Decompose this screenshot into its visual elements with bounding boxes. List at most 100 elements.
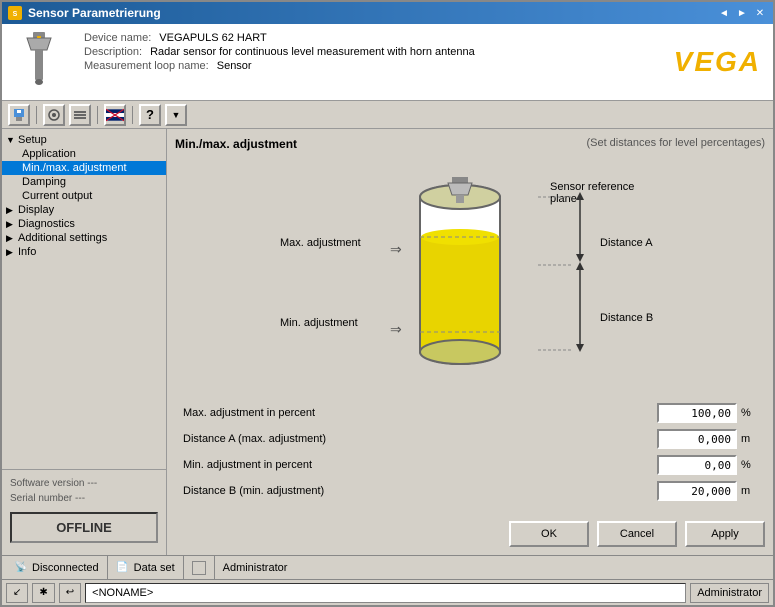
toolbar-lang-btn[interactable] [104, 104, 126, 126]
main-content: ▼ Setup Application Min./max. adjustment… [2, 129, 773, 555]
sidebar-item-setup-label: Setup [18, 134, 47, 146]
sidebar-item-diagnostics[interactable]: ▶ Diagnostics [2, 217, 166, 231]
field-input-1[interactable] [657, 429, 737, 449]
max-adjustment-label: Max. adjustment [280, 237, 361, 249]
right-panel: Min./max. adjustment (Set distances for … [167, 129, 773, 555]
dataset-icon: 📄 [116, 561, 130, 575]
sidebar-item-display[interactable]: ▶ Display [2, 203, 166, 217]
panel-title: Min./max. adjustment [175, 137, 297, 151]
sidebar-item-min-max-label: Min./max. adjustment [22, 162, 127, 174]
min-adjustment-label: Min. adjustment [280, 317, 358, 329]
diagram-container: Max. adjustment Min. adjustment ⇒ ⇒ [280, 167, 660, 387]
min-arrow: ⇒ [390, 321, 402, 338]
distance-arrows-svg [570, 192, 590, 362]
offline-indicator: OFFLINE [10, 512, 158, 543]
field-input-2[interactable] [657, 455, 737, 475]
field-input-0[interactable] [657, 403, 737, 423]
sidebar: ▼ Setup Application Min./max. adjustment… [2, 129, 167, 555]
prev-btn[interactable]: ◄ [717, 6, 731, 20]
taskbar-name: <NONAME> [85, 583, 686, 603]
sidebar-item-diagnostics-label: Diagnostics [18, 218, 75, 230]
field-input-group-1: m [657, 429, 757, 449]
description-value: Radar sensor for continuous level measur… [150, 46, 475, 58]
expand-icon-info: ▶ [6, 247, 16, 258]
vega-logo: VEGA [674, 46, 761, 78]
svg-text:S: S [13, 11, 18, 18]
sidebar-item-additional[interactable]: ▶ Additional settings [2, 231, 166, 245]
sep1 [36, 106, 37, 124]
field-label-2: Min. adjustment in percent [183, 459, 657, 471]
admin-text: Administrator [223, 562, 288, 574]
button-row: OK Cancel Apply [175, 515, 765, 547]
device-info: Device name: VEGAPULS 62 HART Descriptio… [84, 32, 475, 92]
disconnected-icon: 📡 [14, 561, 28, 575]
sidebar-item-application-label: Application [22, 148, 76, 160]
status-disconnected: 📡 Disconnected [6, 556, 108, 579]
field-unit-0: % [741, 407, 757, 419]
status-box-icon [192, 561, 206, 575]
loop-name-label: Measurement loop name: [84, 60, 209, 72]
sidebar-item-damping[interactable]: Damping [2, 175, 166, 189]
loop-name-row: Measurement loop name: Sensor [84, 60, 475, 72]
header-left: Device name: VEGAPULS 62 HART Descriptio… [14, 32, 475, 92]
main-window: S Sensor Parametrierung ◄ ► ✕ [0, 0, 775, 607]
sidebar-item-additional-label: Additional settings [18, 232, 107, 244]
taskbar-admin: Administrator [690, 583, 769, 603]
taskbar-btn2[interactable]: ✱ [32, 583, 54, 603]
field-label-0: Max. adjustment in percent [183, 407, 657, 419]
panel-subtitle: (Set distances for level percentages) [586, 137, 765, 151]
next-btn[interactable]: ► [735, 6, 749, 20]
toolbar: ? ▼ [2, 101, 773, 129]
field-row-3: Distance B (min. adjustment) m [183, 481, 757, 501]
toolbar-dropdown-btn[interactable]: ▼ [165, 104, 187, 126]
device-icon [14, 32, 64, 92]
field-row-1: Distance A (max. adjustment) m [183, 429, 757, 449]
sidebar-tree: ▼ Setup Application Min./max. adjustment… [2, 133, 166, 469]
dataset-text: Data set [134, 562, 175, 574]
sidebar-item-current-output-label: Current output [22, 190, 92, 202]
expand-icon-additional: ▶ [6, 233, 16, 244]
header-info: Device name: VEGAPULS 62 HART Descriptio… [2, 24, 773, 101]
window-controls: ◄ ► ✕ [717, 6, 767, 20]
field-unit-3: m [741, 485, 757, 497]
field-row-0: Max. adjustment in percent % [183, 403, 757, 423]
sidebar-item-info[interactable]: ▶ Info [2, 245, 166, 259]
apply-button[interactable]: Apply [685, 521, 765, 547]
toolbar-config-btn[interactable] [69, 104, 91, 126]
sidebar-item-display-label: Display [18, 204, 54, 216]
device-name-label: Device name: [84, 32, 151, 44]
sidebar-item-application[interactable]: Application [2, 147, 166, 161]
diagram-area: Max. adjustment Min. adjustment ⇒ ⇒ [175, 159, 765, 395]
title-text: Sensor Parametrierung [28, 6, 717, 20]
taskbar-btn1[interactable]: ↙ [6, 583, 28, 603]
cancel-button[interactable]: Cancel [597, 521, 677, 547]
expand-icon-display: ▶ [6, 205, 16, 216]
title-icon: S [8, 6, 22, 20]
field-input-3[interactable] [657, 481, 737, 501]
expand-icon-diagnostics: ▶ [6, 219, 16, 230]
field-unit-2: % [741, 459, 757, 471]
field-label-3: Distance B (min. adjustment) [183, 485, 657, 497]
description-row: Description: Radar sensor for continuous… [84, 46, 475, 58]
taskbar: ↙ ✱ ↩ <NONAME> Administrator [2, 579, 773, 605]
sidebar-item-min-max[interactable]: Min./max. adjustment [2, 161, 166, 175]
ok-button[interactable]: OK [509, 521, 589, 547]
panel-header: Min./max. adjustment (Set distances for … [175, 137, 765, 151]
sidebar-item-current-output[interactable]: Current output [2, 189, 166, 203]
toolbar-settings-btn[interactable] [43, 104, 65, 126]
close-btn[interactable]: ✕ [753, 6, 767, 20]
toolbar-help-btn[interactable]: ? [139, 104, 161, 126]
distance-b-label: Distance B [600, 312, 653, 324]
sidebar-item-damping-label: Damping [22, 176, 66, 188]
taskbar-btn3[interactable]: ↩ [59, 583, 81, 603]
max-arrow: ⇒ [390, 241, 402, 258]
status-empty [184, 556, 215, 579]
field-label-1: Distance A (max. adjustment) [183, 433, 657, 445]
sidebar-item-setup[interactable]: ▼ Setup [2, 133, 166, 147]
field-unit-1: m [741, 433, 757, 445]
toolbar-save-btn[interactable] [8, 104, 30, 126]
field-input-group-3: m [657, 481, 757, 501]
dashed-lines-svg [538, 192, 573, 367]
fields-section: Max. adjustment in percent % Distance A … [175, 395, 765, 515]
sep2 [97, 106, 98, 124]
